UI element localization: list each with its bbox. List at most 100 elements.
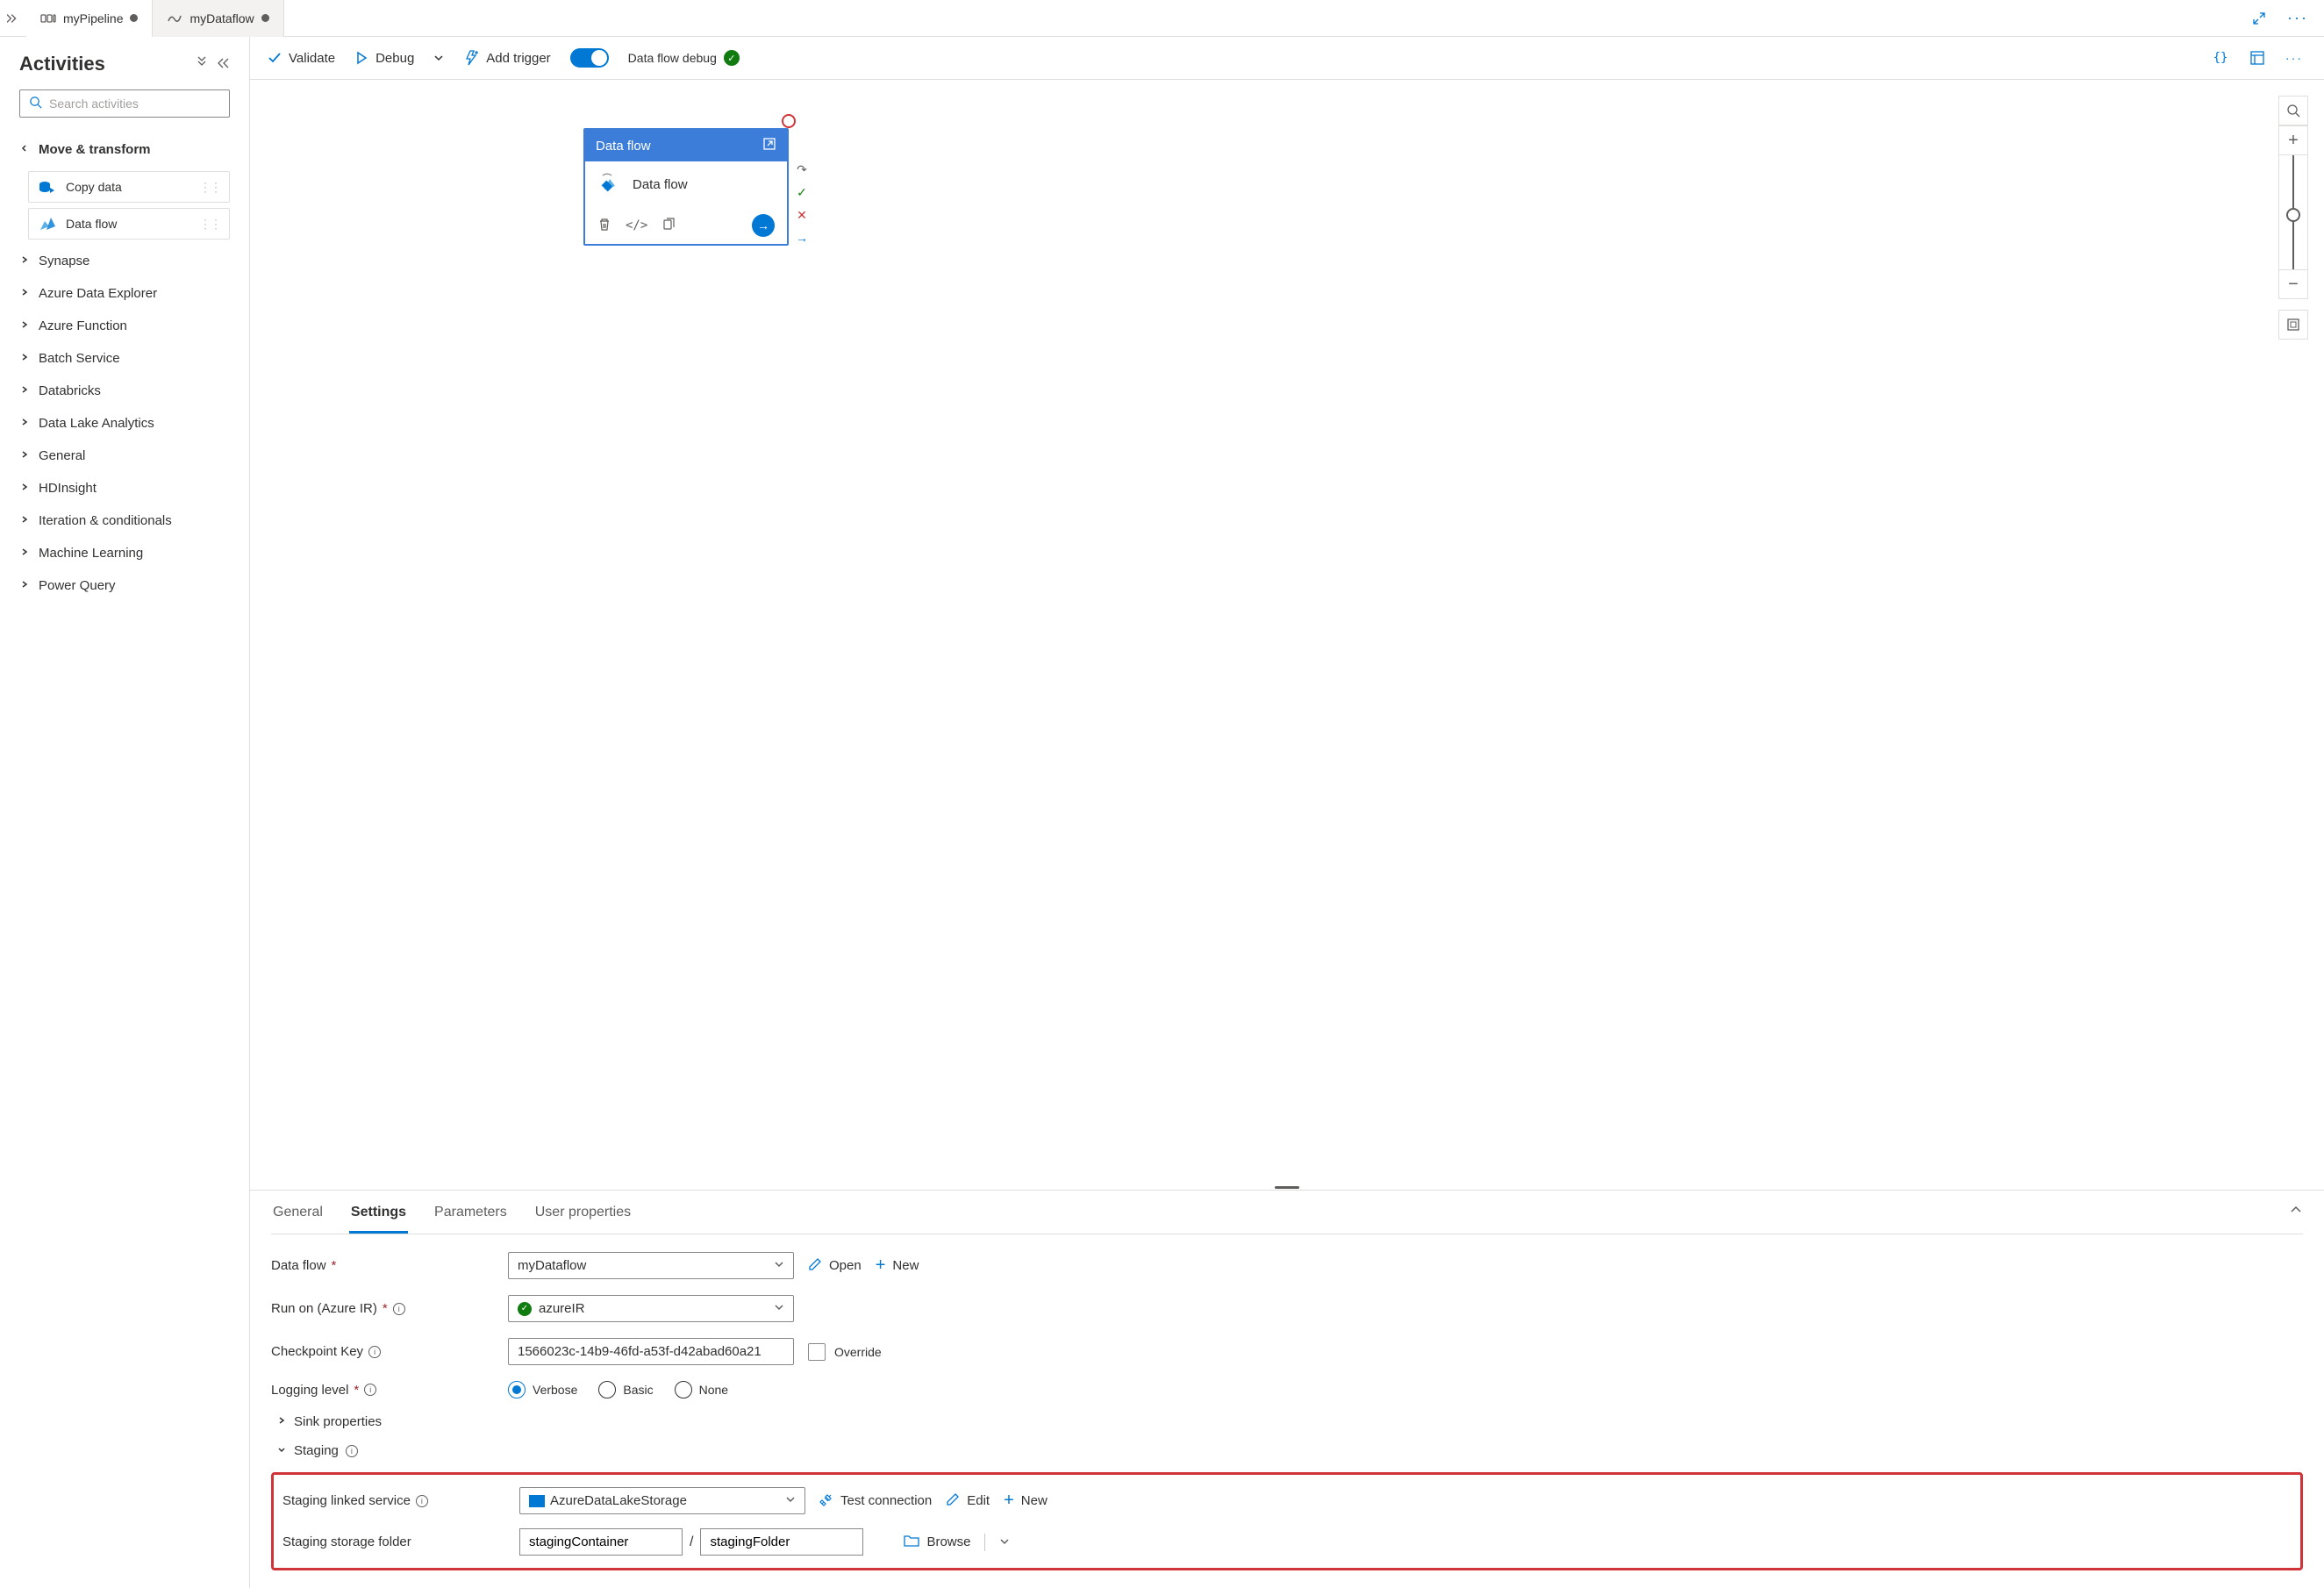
override-label: Override <box>834 1345 882 1359</box>
zoom-search-icon[interactable] <box>2278 96 2308 125</box>
next-arrow-icon[interactable]: → <box>752 214 775 237</box>
expand-icon[interactable] <box>2247 6 2271 31</box>
checkpoint-input[interactable]: 1566023c-14b9-46fd-a53f-d42abad60a21 <box>508 1338 794 1365</box>
category-synapse[interactable]: Synapse <box>19 245 230 277</box>
info-icon[interactable]: i <box>346 1445 358 1457</box>
drag-handle-icon: ⋮⋮ <box>199 180 220 195</box>
node-body-label: Data flow <box>633 177 688 192</box>
failure-icon[interactable]: ✕ <box>794 207 810 223</box>
override-checkbox[interactable] <box>808 1343 826 1361</box>
category-label: HDInsight <box>39 481 97 496</box>
category-databricks[interactable]: Databricks <box>19 375 230 407</box>
open-button[interactable]: Open <box>808 1257 862 1275</box>
zoom-out-icon[interactable]: − <box>2278 269 2308 299</box>
new-ls-button[interactable]: +New <box>1004 1491 1048 1511</box>
chevron-right-icon <box>276 1414 287 1429</box>
collapse-panel-icon[interactable] <box>2289 1203 2303 1220</box>
linked-service-icon <box>529 1495 545 1507</box>
success-icon[interactable]: ✓ <box>794 184 810 200</box>
category-azure-function[interactable]: Azure Function <box>19 310 230 342</box>
expand-left-icon[interactable] <box>0 12 26 25</box>
validate-button[interactable]: Validate <box>268 51 335 66</box>
collapse-chevrons-icon[interactable] <box>195 56 209 73</box>
tab-label: myPipeline <box>63 11 123 25</box>
sink-properties-toggle[interactable]: Sink properties <box>271 1414 2303 1429</box>
completion-icon[interactable]: → <box>794 230 810 246</box>
category-power-query[interactable]: Power Query <box>19 569 230 602</box>
new-button[interactable]: +New <box>876 1255 919 1276</box>
properties-icon[interactable] <box>2245 46 2270 70</box>
logging-verbose-radio[interactable]: Verbose <box>508 1381 577 1398</box>
category-move-transform[interactable]: Move & transform <box>19 133 230 166</box>
debug-dropdown[interactable] <box>433 53 444 63</box>
browse-button[interactable]: Browse <box>904 1534 970 1551</box>
pipeline-canvas[interactable]: + − Data flow Da <box>250 80 2324 1184</box>
pencil-icon <box>808 1257 822 1275</box>
info-icon[interactable]: i <box>416 1495 428 1507</box>
staging-folder-input[interactable] <box>700 1528 863 1556</box>
tab-pipeline[interactable]: myPipeline <box>26 0 153 37</box>
add-trigger-button[interactable]: Add trigger <box>463 50 550 66</box>
chevron-right-icon <box>19 254 32 268</box>
staging-container-input[interactable] <box>519 1528 683 1556</box>
delete-icon[interactable] <box>597 218 611 234</box>
category-label: Move & transform <box>39 142 151 157</box>
chevron-right-icon <box>19 481 32 496</box>
debug-button[interactable]: Debug <box>354 51 414 66</box>
status-ok-icon: ✓ <box>724 50 740 66</box>
runon-select[interactable]: ✓azureIR <box>508 1295 794 1322</box>
browse-dropdown[interactable] <box>999 1535 1010 1549</box>
tab-dataflow[interactable]: myDataflow <box>153 0 283 37</box>
category-label: Synapse <box>39 254 89 268</box>
copy-data-icon <box>38 177 57 197</box>
zoom-slider[interactable] <box>2278 155 2308 269</box>
code-icon[interactable]: </> <box>626 218 647 232</box>
pipeline-icon <box>40 11 56 26</box>
chevron-down-icon <box>19 142 32 157</box>
more-icon[interactable]: ··· <box>2282 46 2306 70</box>
debug-toggle[interactable] <box>570 48 609 68</box>
chevron-right-icon <box>19 383 32 398</box>
zoom-in-icon[interactable]: + <box>2278 125 2308 155</box>
edit-button[interactable]: Edit <box>946 1492 990 1510</box>
activity-copy-data[interactable]: Copy data ⋮⋮ <box>28 171 230 203</box>
json-icon[interactable]: {} <box>2208 46 2233 70</box>
clone-icon[interactable] <box>661 218 676 234</box>
more-icon[interactable]: ··· <box>2285 6 2310 31</box>
tab-user-properties[interactable]: User properties <box>533 1205 633 1234</box>
category-azure-data-explorer[interactable]: Azure Data Explorer <box>19 277 230 310</box>
test-connection-button[interactable]: Test connection <box>819 1492 932 1510</box>
tab-parameters[interactable]: Parameters <box>433 1205 509 1234</box>
info-icon[interactable]: i <box>364 1384 376 1396</box>
redo-icon[interactable]: ↷ <box>794 161 810 177</box>
tab-settings[interactable]: Settings <box>349 1205 408 1234</box>
activity-data-flow[interactable]: Data flow ⋮⋮ <box>28 208 230 240</box>
pencil-icon <box>946 1492 960 1510</box>
chevron-right-icon <box>19 286 32 301</box>
category-hdinsight[interactable]: HDInsight <box>19 472 230 504</box>
open-external-icon[interactable] <box>762 137 776 154</box>
chevron-right-icon <box>19 448 32 463</box>
chevron-down-icon <box>774 1301 784 1316</box>
collapse-panel-icon[interactable] <box>216 56 230 73</box>
dataflow-select[interactable]: myDataflow <box>508 1252 794 1279</box>
info-icon[interactable]: i <box>393 1303 405 1315</box>
fit-icon[interactable] <box>2278 310 2308 340</box>
tab-general[interactable]: General <box>271 1205 325 1234</box>
chevron-down-icon <box>774 1258 784 1273</box>
category-data-lake-analytics[interactable]: Data Lake Analytics <box>19 407 230 440</box>
category-batch-service[interactable]: Batch Service <box>19 342 230 375</box>
staging-ls-select[interactable]: AzureDataLakeStorage <box>519 1487 805 1514</box>
search-input[interactable] <box>19 89 230 118</box>
logging-basic-radio[interactable]: Basic <box>598 1381 653 1398</box>
staging-toggle[interactable]: Staging i <box>271 1443 2303 1458</box>
info-icon[interactable]: i <box>368 1346 381 1358</box>
category-machine-learning[interactable]: Machine Learning <box>19 537 230 569</box>
category-iteration-conditionals[interactable]: Iteration & conditionals <box>19 504 230 537</box>
chevron-down-icon <box>276 1443 287 1458</box>
category-general[interactable]: General <box>19 440 230 472</box>
category-label: Data Lake Analytics <box>39 416 154 431</box>
dataflow-node[interactable]: Data flow Data flow </> → <box>583 128 789 246</box>
logging-none-radio[interactable]: None <box>675 1381 728 1398</box>
chevron-right-icon <box>19 546 32 561</box>
